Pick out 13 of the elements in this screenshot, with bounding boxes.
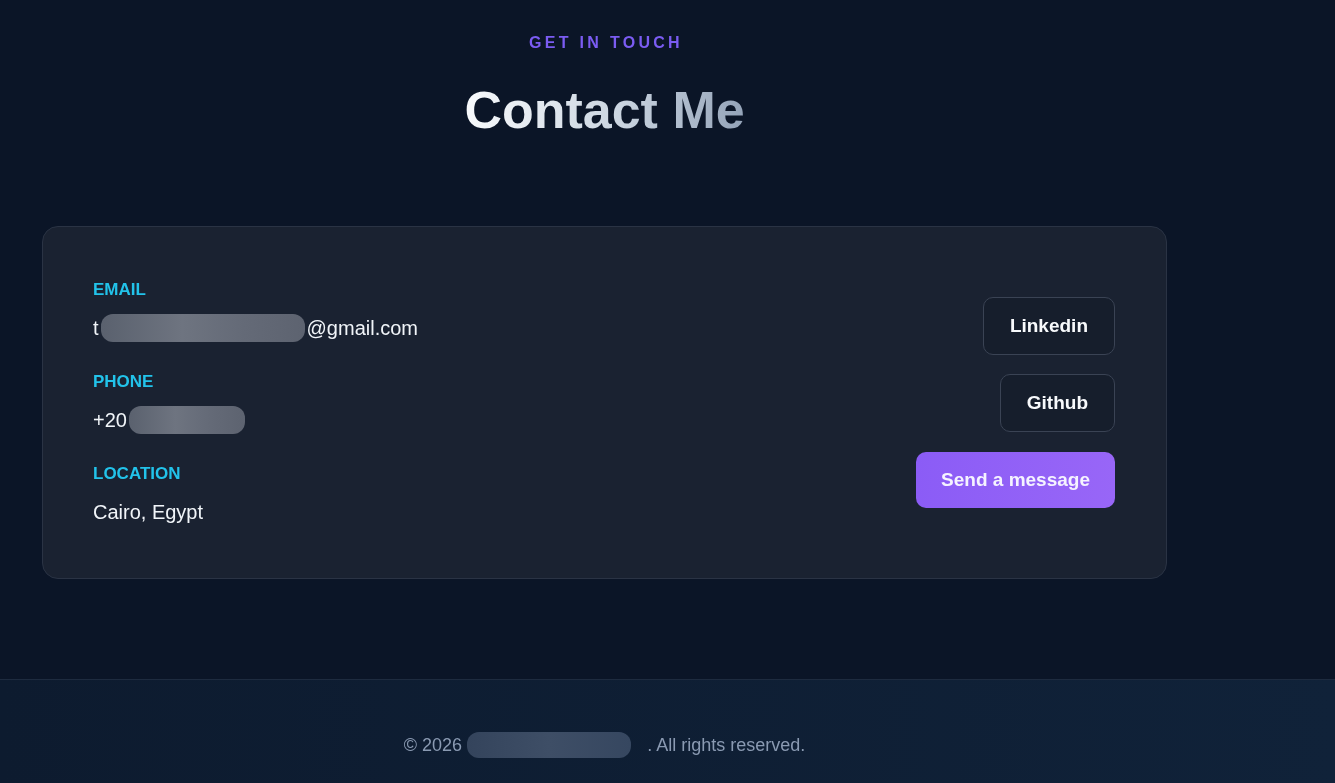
copyright-text: © 2026 — [403, 734, 463, 757]
copyright-text: . All rights reserved. — [647, 734, 806, 757]
send-message-button[interactable]: Send a message — [916, 452, 1115, 508]
section-eyebrow: GET IN TOUCH — [528, 33, 683, 53]
detail-value: @gmail.com — [306, 315, 418, 341]
link-button[interactable]: Linkedin — [982, 297, 1115, 355]
detail-value: Cairo, Egypt — [93, 499, 204, 525]
detail-label: PHONE — [93, 371, 154, 392]
link-button[interactable]: Github — [999, 374, 1115, 432]
detail-value: t — [93, 315, 99, 341]
detail-label: EMAIL — [93, 279, 146, 300]
detail-label: LOCATION — [93, 463, 181, 484]
detail-value: +20 — [93, 407, 127, 433]
